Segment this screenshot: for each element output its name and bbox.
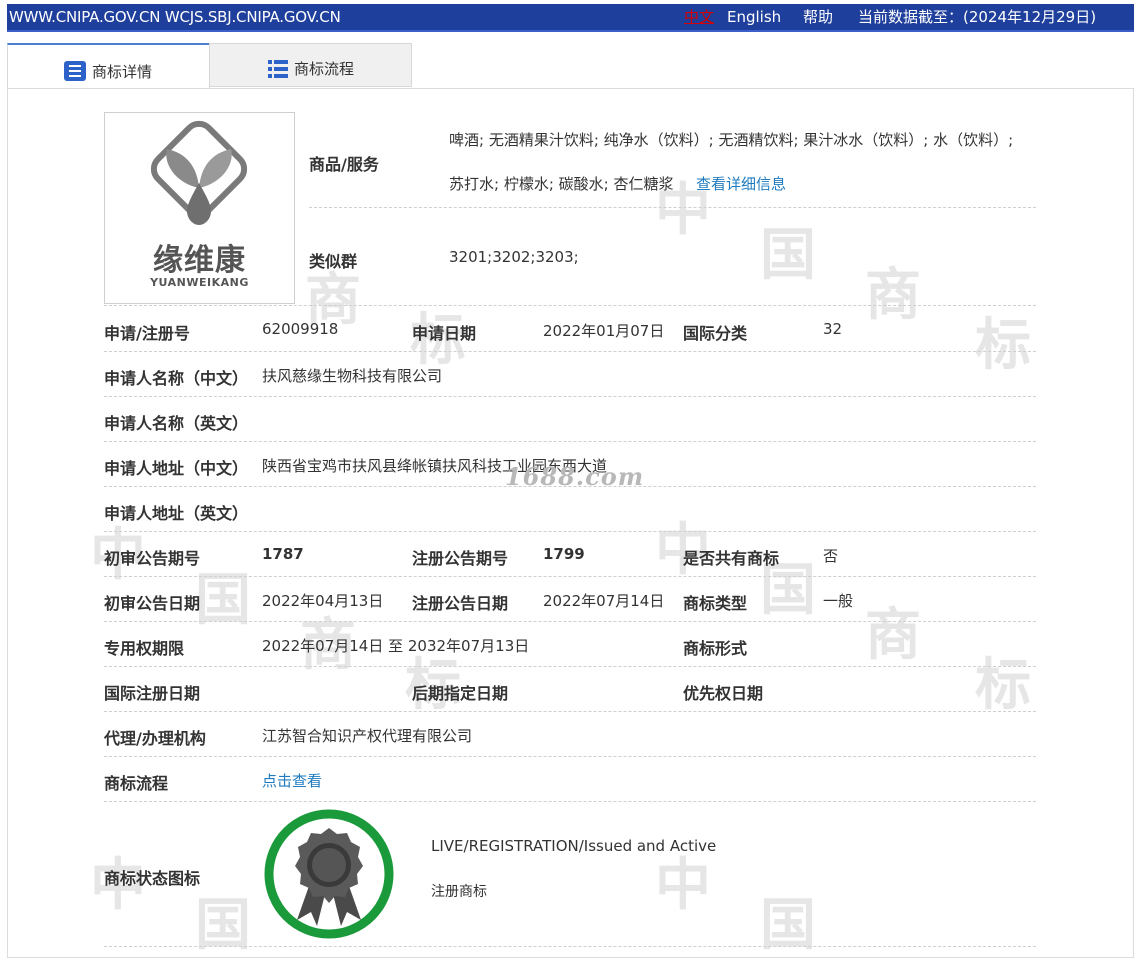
tab-trademark-flow[interactable]: 商标流程 — [209, 43, 412, 87]
leaf-drop-logo-icon — [150, 120, 248, 225]
status-en: LIVE/REGISTRATION/Issued and Active — [431, 837, 717, 855]
reg-no-value: 62009918 — [262, 320, 339, 338]
reg-date-label: 注册公告日期 — [412, 594, 509, 613]
app-date-label: 申请日期 — [412, 324, 477, 343]
brand-name-cn: 缘维康 — [153, 243, 246, 278]
address-en-label: 申请人地址（英文） — [104, 504, 249, 523]
tab-bar: 商标详情 商标流程 — [7, 43, 427, 89]
divider — [104, 946, 1036, 947]
priority-date-label: 优先权日期 — [683, 684, 764, 703]
list-icon — [64, 61, 86, 81]
tab-trademark-detail[interactable]: 商标详情 — [7, 43, 210, 89]
exclusive-value: 2022年07月14日 至 2032年07月13日 — [262, 637, 530, 655]
prelim-issue-label: 初审公告期号 — [104, 549, 201, 568]
intl-reg-date-label: 国际注册日期 — [104, 684, 201, 703]
view-detail-link[interactable]: 查看详细信息 — [696, 173, 786, 194]
trademark-image: 缘维康 YUANWEIKANG — [104, 112, 295, 304]
status-icon-label: 商标状态图标 — [104, 869, 201, 888]
prelim-issue-value: 1787 — [262, 545, 304, 563]
exclusive-label: 专用权期限 — [104, 639, 185, 658]
prelim-date-label: 初审公告日期 — [104, 594, 201, 613]
divider — [104, 305, 1036, 306]
divider — [104, 441, 1036, 442]
divider — [104, 351, 1036, 352]
divider — [104, 486, 1036, 487]
later-designation-label: 后期指定日期 — [412, 684, 509, 703]
registered-status-badge-icon — [264, 809, 394, 939]
divider — [104, 711, 1036, 712]
divider — [104, 756, 1036, 757]
app-date-value: 2022年01月07日 — [543, 322, 665, 340]
divider — [104, 666, 1036, 667]
address-cn-label: 申请人地址（中文） — [104, 459, 249, 478]
agent-label: 代理/办理机构 — [104, 729, 206, 748]
applicant-cn-value: 扶风慈缘生物科技有限公司 — [262, 367, 443, 385]
divider — [104, 621, 1036, 622]
shared-value: 否 — [823, 547, 839, 565]
lang-chinese-link[interactable]: 中文 — [684, 4, 714, 30]
divider — [104, 396, 1036, 397]
tm-form-label: 商标形式 — [683, 639, 748, 658]
data-as-of: 当前数据截至：(2024年12月29日) — [858, 8, 1097, 26]
tm-type-value: 一般 — [823, 592, 854, 610]
table-icon — [268, 60, 288, 78]
divider — [309, 207, 1036, 208]
flow-view-link[interactable]: 点击查看 — [262, 770, 322, 791]
reg-issue-label: 注册公告期号 — [412, 549, 509, 568]
agent-value: 江苏智合知识产权代理有限公司 — [262, 727, 473, 745]
top-bar: WWW.CNIPA.GOV.CN WCJS.SBJ.CNIPA.GOV.CN 中… — [7, 4, 1134, 32]
status-cn: 注册商标 — [431, 884, 487, 900]
brand-name-en: YUANWEIKANG — [150, 276, 249, 289]
lang-english-link[interactable]: English — [727, 4, 781, 30]
shared-label: 是否共有商标 — [683, 549, 780, 568]
similar-group-value: 3201;3202;3203; — [449, 248, 579, 266]
goods-label: 商品/服务 — [309, 155, 379, 174]
reg-no-label: 申请/注册号 — [104, 324, 190, 343]
reg-date-value: 2022年07月14日 — [543, 592, 665, 610]
applicant-en-label: 申请人名称（英文） — [104, 414, 249, 433]
tab-label: 商标流程 — [294, 60, 355, 78]
help-link[interactable]: 帮助 — [803, 4, 833, 30]
applicant-cn-label: 申请人名称（中文） — [104, 369, 249, 388]
tm-type-label: 商标类型 — [683, 594, 748, 613]
similar-group-label: 类似群 — [309, 252, 358, 271]
intl-class-label: 国际分类 — [683, 324, 748, 343]
goods-line-1: 啤酒; 无酒精果汁饮料; 纯净水（饮料）; 无酒精饮料; 果汁冰水（饮料）; 水… — [449, 131, 1014, 149]
divider — [104, 801, 1036, 802]
prelim-date-value: 2022年04月13日 — [262, 592, 384, 610]
divider — [104, 576, 1036, 577]
divider — [104, 531, 1036, 532]
reg-issue-value: 1799 — [543, 545, 585, 563]
intl-class-value: 32 — [823, 320, 843, 338]
site-links[interactable]: WWW.CNIPA.GOV.CN WCJS.SBJ.CNIPA.GOV.CN — [9, 4, 341, 30]
goods-line-2: 苏打水; 柠檬水; 碳酸水; 杏仁糖浆 — [449, 175, 674, 193]
flow-label: 商标流程 — [104, 774, 169, 793]
